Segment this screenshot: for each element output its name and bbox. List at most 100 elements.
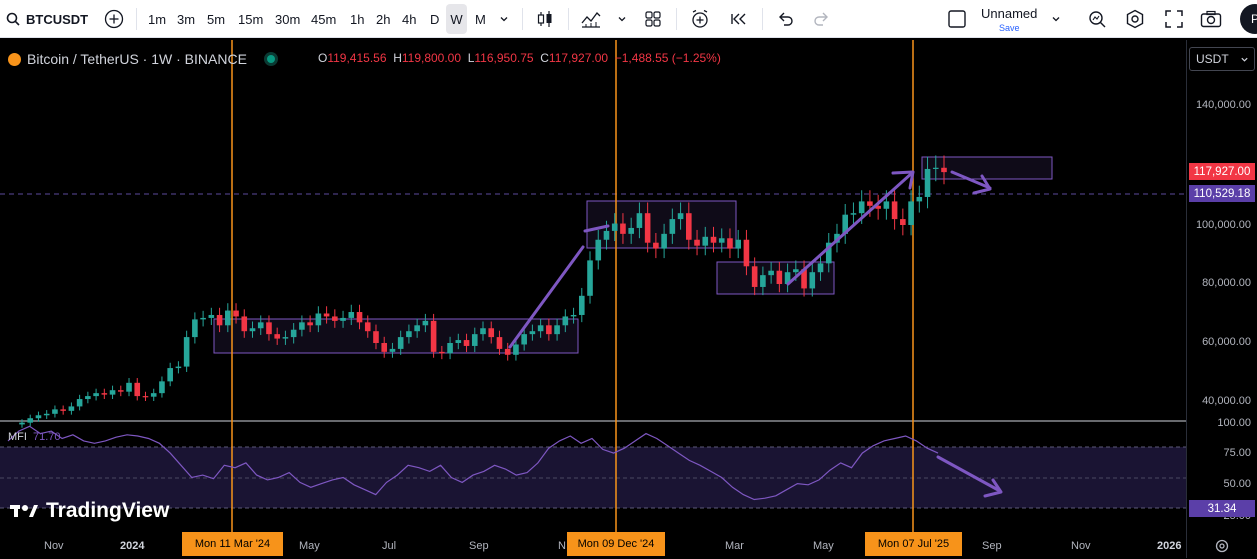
range-box bbox=[716, 261, 835, 295]
candle-body bbox=[167, 368, 173, 382]
candle-body bbox=[150, 393, 157, 397]
candle-body bbox=[52, 409, 58, 414]
candle-body bbox=[710, 236, 717, 243]
candle-body bbox=[587, 260, 593, 296]
candle-body bbox=[702, 236, 709, 246]
candle-body bbox=[644, 213, 651, 243]
candle-body bbox=[200, 317, 206, 320]
time-label: N bbox=[558, 540, 566, 552]
candle-body bbox=[578, 295, 585, 315]
candle-body bbox=[208, 314, 215, 318]
candle-body bbox=[183, 337, 190, 367]
candle-body bbox=[562, 316, 569, 326]
candle-body bbox=[595, 239, 602, 261]
candle-body bbox=[323, 313, 330, 317]
candle-body bbox=[636, 213, 643, 228]
candle-body bbox=[27, 418, 34, 423]
candle-body bbox=[430, 320, 437, 352]
candle-body bbox=[891, 201, 898, 220]
candle-body bbox=[233, 310, 239, 317]
candle-body bbox=[93, 393, 99, 397]
candle-body bbox=[694, 239, 700, 246]
time-label: Jul bbox=[382, 540, 397, 552]
tradingview-logo: TradingView bbox=[10, 499, 169, 523]
candle-body bbox=[389, 348, 396, 352]
time-label: May bbox=[813, 540, 834, 552]
candle-body bbox=[142, 396, 149, 398]
chevron-down-icon bbox=[1241, 57, 1248, 62]
highlighted-date: Mon 07 Jul '25 bbox=[865, 532, 962, 556]
price-label: 80,000.00 bbox=[1202, 277, 1251, 289]
time-label: Sep bbox=[469, 540, 489, 552]
time-label: Nov bbox=[1071, 540, 1091, 552]
candle-body bbox=[439, 351, 445, 354]
time-label: Mar bbox=[725, 540, 744, 552]
time-label: 2024 bbox=[120, 540, 145, 552]
candle-body bbox=[546, 325, 552, 335]
candle-body bbox=[76, 399, 83, 407]
tradingview-logo-icon bbox=[10, 505, 38, 517]
candle-body bbox=[620, 223, 626, 234]
time-label: May bbox=[299, 540, 320, 552]
bitcoin-icon bbox=[8, 52, 21, 66]
candle-body bbox=[760, 275, 766, 287]
candle-body bbox=[661, 233, 667, 249]
candle-body bbox=[117, 390, 124, 392]
candle-body bbox=[241, 316, 248, 332]
candle-body bbox=[529, 331, 536, 335]
price-label: 100,000.00 bbox=[1195, 219, 1251, 231]
candle-body bbox=[315, 313, 322, 326]
candle-body bbox=[109, 390, 116, 395]
time-label: Sep bbox=[982, 540, 1002, 552]
candle-body bbox=[249, 328, 256, 332]
candle-body bbox=[274, 334, 280, 339]
candle-body bbox=[628, 227, 634, 234]
candle-body bbox=[603, 230, 610, 240]
candle-body bbox=[290, 329, 297, 338]
candle-body bbox=[266, 322, 272, 335]
candle-body bbox=[447, 343, 453, 354]
candle-body bbox=[85, 396, 91, 400]
candle-body bbox=[768, 270, 774, 276]
candle-body bbox=[850, 213, 857, 215]
trend-line-2 bbox=[786, 171, 914, 286]
candle-body bbox=[159, 381, 165, 394]
candle-body bbox=[257, 322, 264, 329]
candle-body bbox=[68, 406, 75, 411]
price-label: 40,000.00 bbox=[1202, 395, 1251, 407]
price-chart[interactable] bbox=[0, 0, 1257, 558]
time-label: Nov bbox=[44, 540, 64, 552]
mfi-legend[interactable]: MFI 71.70 bbox=[8, 431, 60, 443]
currency-select[interactable]: USDT bbox=[1189, 47, 1255, 71]
candle-body bbox=[373, 331, 379, 343]
settings-gear-icon[interactable] bbox=[1214, 538, 1230, 559]
candle-body bbox=[307, 322, 313, 326]
candle-body bbox=[611, 223, 618, 231]
mfi-axis-label: 50.00 bbox=[1223, 478, 1251, 490]
candle-body bbox=[299, 322, 305, 330]
mfi-axis-label: 100.00 bbox=[1217, 417, 1251, 429]
price-label: 140,000.00 bbox=[1195, 99, 1251, 111]
candle-body bbox=[175, 366, 182, 369]
candle-body bbox=[867, 201, 873, 206]
candle-body bbox=[924, 168, 931, 197]
time-label: 2026 bbox=[1157, 540, 1182, 552]
chart-header: Bitcoin / TetherUS · 1W · BINANCE bbox=[8, 50, 275, 68]
candle-body bbox=[817, 263, 824, 273]
candle-body bbox=[356, 312, 363, 323]
mfi-value-tag: 31.34 bbox=[1189, 500, 1255, 517]
candle-body bbox=[669, 219, 676, 234]
candle-body bbox=[653, 242, 659, 249]
candle-body bbox=[192, 319, 198, 338]
chart-title: Bitcoin / TetherUS · 1W · BINANCE bbox=[27, 51, 247, 67]
candle-body bbox=[340, 317, 346, 321]
candle-body bbox=[743, 239, 750, 267]
candle-body bbox=[414, 325, 420, 332]
candle-body bbox=[883, 201, 890, 209]
candle-body bbox=[406, 331, 412, 338]
price-label: 60,000.00 bbox=[1202, 336, 1251, 348]
candle-body bbox=[932, 167, 939, 169]
highlighted-date: Mon 11 Mar '24 bbox=[182, 532, 283, 556]
candle-body bbox=[554, 325, 560, 335]
candle-body bbox=[513, 344, 519, 355]
